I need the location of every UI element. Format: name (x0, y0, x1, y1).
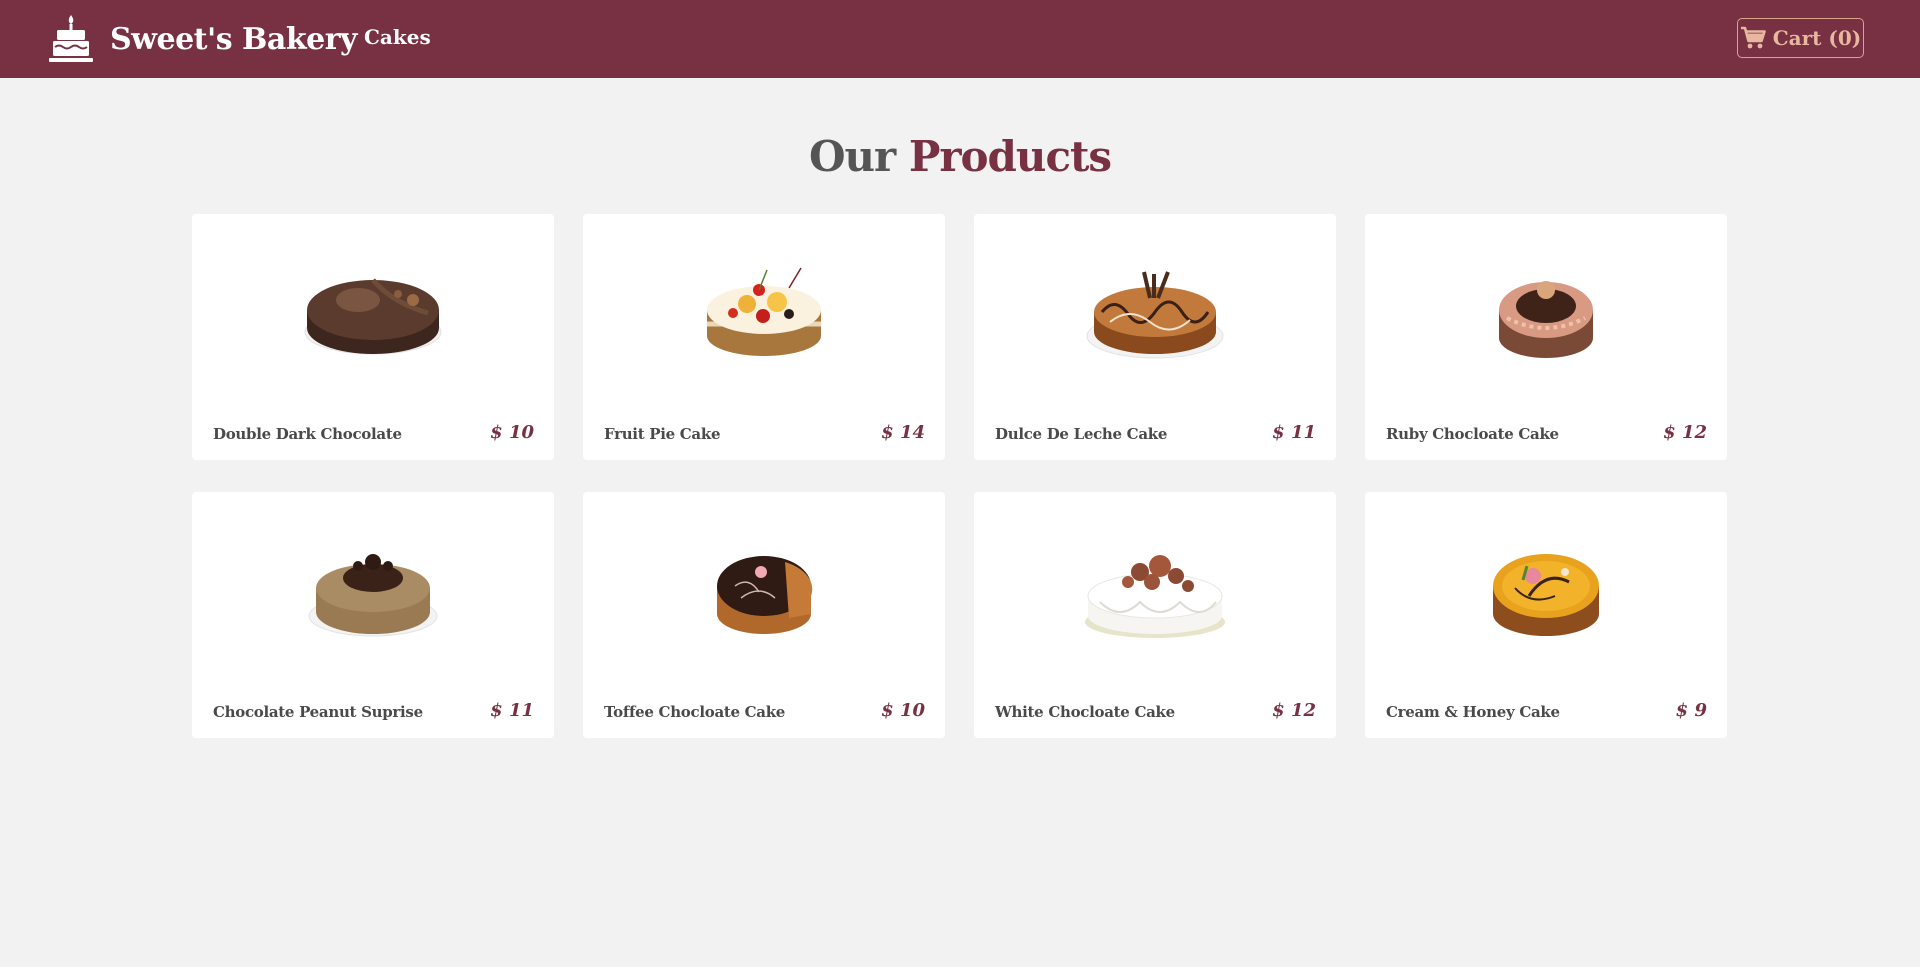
product-name: Fruit Pie Cake (604, 425, 721, 443)
product-name: Double Dark Chocolate (213, 425, 402, 443)
product-price: $ 11 (490, 700, 534, 721)
top-navbar: Sweet's Bakery Cakes Cart (0) (0, 0, 1920, 78)
nav-link-cakes[interactable]: Cakes (364, 25, 431, 49)
product-name: White Chocloate Cake (995, 703, 1175, 721)
product-name: Cream & Honey Cake (1386, 703, 1560, 721)
product-card[interactable]: Fruit Pie Cake $ 14 (583, 214, 945, 460)
cake-icon (49, 15, 93, 62)
chocolate-peanut-cake-image (308, 554, 438, 637)
product-price: $ 9 (1675, 700, 1707, 721)
cart-button[interactable]: Cart (0) (1737, 18, 1864, 58)
white-chocolate-cake-image (1085, 555, 1225, 638)
product-price: $ 12 (1663, 422, 1707, 443)
shopping-cart-icon (1740, 26, 1766, 49)
product-card[interactable]: Ruby Chocloate Cake $ 12 (1365, 214, 1727, 460)
product-price: $ 12 (1272, 700, 1316, 721)
toffee-chocolate-cake-image (717, 556, 813, 634)
product-price: $ 11 (1272, 422, 1316, 443)
dulce-de-leche-cake-image (1086, 271, 1224, 359)
product-grid: Double Dark Chocolate $ 10 Fruit Pie Cak… (192, 214, 1728, 738)
page-title: Our Products (0, 132, 1920, 181)
cart-label: Cart (0) (1772, 26, 1862, 50)
product-card[interactable]: Chocolate Peanut Suprise $ 11 (192, 492, 554, 738)
product-name: Chocolate Peanut Suprise (213, 703, 423, 721)
product-price: $ 10 (881, 700, 925, 721)
product-card[interactable]: Cream & Honey Cake $ 9 (1365, 492, 1727, 738)
product-name: Ruby Chocloate Cake (1386, 425, 1559, 443)
page-title-part2: Products (908, 132, 1112, 181)
product-card[interactable]: Double Dark Chocolate $ 10 (192, 214, 554, 460)
product-price: $ 10 (490, 422, 534, 443)
page-title-part1: Our (808, 132, 896, 181)
product-card[interactable]: Toffee Chocloate Cake $ 10 (583, 492, 945, 738)
product-name: Dulce De Leche Cake (995, 425, 1168, 443)
double-dark-chocolate-cake-image (304, 278, 442, 355)
product-name: Toffee Chocloate Cake (604, 703, 786, 721)
product-card[interactable]: White Chocloate Cake $ 12 (974, 492, 1336, 738)
product-price: $ 14 (881, 422, 925, 443)
brand-link[interactable]: Sweet's Bakery (48, 14, 357, 64)
cream-honey-cake-image (1493, 554, 1599, 636)
fruit-pie-cake-image (707, 267, 821, 356)
brand-name: Sweet's Bakery (110, 21, 357, 57)
product-card[interactable]: Dulce De Leche Cake $ 11 (974, 214, 1336, 460)
ruby-chocolate-cake-image (1499, 281, 1593, 358)
